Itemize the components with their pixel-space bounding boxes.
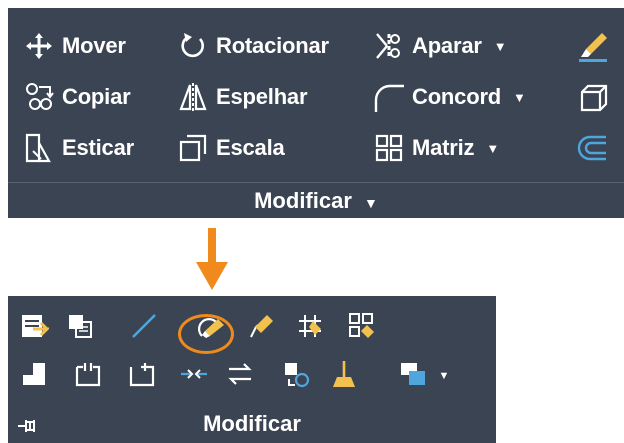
pen-edit-button[interactable] — [244, 310, 280, 346]
frame-icon — [73, 359, 103, 394]
trim-icon — [372, 29, 406, 63]
stretch-button[interactable]: Esticar — [22, 130, 134, 166]
modify-panel-title[interactable]: Modificar ▼ — [8, 188, 624, 214]
grid-edit-icon — [295, 311, 325, 346]
mirror-icon — [176, 80, 210, 114]
fillet-dropdown-icon[interactable]: ▼ — [513, 90, 526, 105]
join-icon — [179, 359, 209, 394]
trim-label: Aparar — [412, 33, 482, 58]
layer-order-icon — [399, 359, 433, 394]
trim-button[interactable]: Aparar ▼ — [372, 28, 507, 64]
frame-alt-button[interactable] — [124, 358, 160, 394]
join-button[interactable] — [176, 358, 212, 394]
rotate-icon — [176, 29, 210, 63]
array-icon — [372, 131, 406, 165]
move-label: Mover — [62, 33, 126, 58]
stretch-icon — [22, 131, 56, 165]
match-icon — [65, 311, 95, 346]
rotate-button[interactable]: Rotacionar — [176, 28, 329, 64]
pen-edit-icon — [247, 311, 277, 346]
mirror-button[interactable]: Espelhar — [176, 79, 308, 115]
erase-button[interactable] — [576, 28, 610, 64]
panel-expand-icon[interactable]: ▼ — [364, 195, 378, 211]
array-edit-button[interactable] — [344, 310, 380, 346]
mirror-label: Espelhar — [216, 84, 308, 109]
properties-edit-icon — [19, 311, 51, 346]
brush-icon — [329, 359, 359, 394]
fillet-label: Concord — [412, 84, 502, 109]
brush-button[interactable] — [326, 358, 362, 394]
edit-component-button[interactable] — [278, 358, 314, 394]
modify-panel-compact: ▼ Modificar — [8, 296, 496, 443]
fillet-icon — [372, 80, 406, 114]
scale-icon — [176, 131, 210, 165]
offset-button[interactable] — [576, 130, 610, 166]
frame-button[interactable] — [70, 358, 106, 394]
modify-compact-title: Modificar — [203, 411, 301, 436]
copy-icon — [22, 80, 56, 114]
move-button[interactable]: Mover — [22, 28, 126, 64]
block-icon — [19, 359, 49, 394]
swap-button[interactable] — [222, 358, 258, 394]
modify-panel-expanded: Mover Rotacionar Aparar ▼ Copiar Espelha… — [8, 8, 624, 218]
erase-highlighted-button[interactable] — [194, 312, 230, 348]
copy-button[interactable]: Copiar — [22, 79, 131, 115]
erase-highlighted-icon — [196, 314, 228, 347]
erase-icon — [576, 29, 610, 63]
fillet-button[interactable]: Concord ▼ — [372, 79, 526, 115]
offset-icon — [576, 131, 610, 165]
block-button[interactable] — [16, 358, 52, 394]
array-edit-icon — [347, 311, 377, 346]
swap-icon — [225, 359, 255, 394]
rotate-label: Rotacionar — [216, 33, 329, 58]
move-icon — [22, 29, 56, 63]
layer-order-dropdown-icon[interactable]: ▼ — [439, 370, 450, 382]
copy-label: Copiar — [62, 84, 131, 109]
scale-label: Escala — [216, 135, 285, 160]
stretch-label: Esticar — [62, 135, 134, 160]
array-dropdown-icon[interactable]: ▼ — [486, 141, 499, 156]
modify-panel-title-text: Modificar — [254, 188, 352, 213]
frame-alt-icon — [127, 359, 157, 394]
layer-order-button[interactable]: ▼ — [396, 358, 452, 394]
scale-button[interactable]: Escala — [176, 130, 285, 166]
array-label: Matriz — [412, 135, 475, 160]
properties-edit-button[interactable] — [16, 310, 52, 346]
grid-edit-button[interactable] — [292, 310, 328, 346]
3d-box-icon — [576, 80, 610, 114]
down-arrow-icon — [192, 228, 232, 292]
3d-box-button[interactable] — [576, 79, 610, 115]
trim-dropdown-icon[interactable]: ▼ — [494, 39, 507, 54]
array-button[interactable]: Matriz ▼ — [372, 130, 499, 166]
edit-component-icon — [281, 359, 311, 394]
line-edit-button[interactable] — [126, 310, 162, 346]
line-edit-icon — [129, 311, 159, 346]
panel-divider — [8, 182, 624, 183]
match-properties-button[interactable] — [62, 310, 98, 346]
